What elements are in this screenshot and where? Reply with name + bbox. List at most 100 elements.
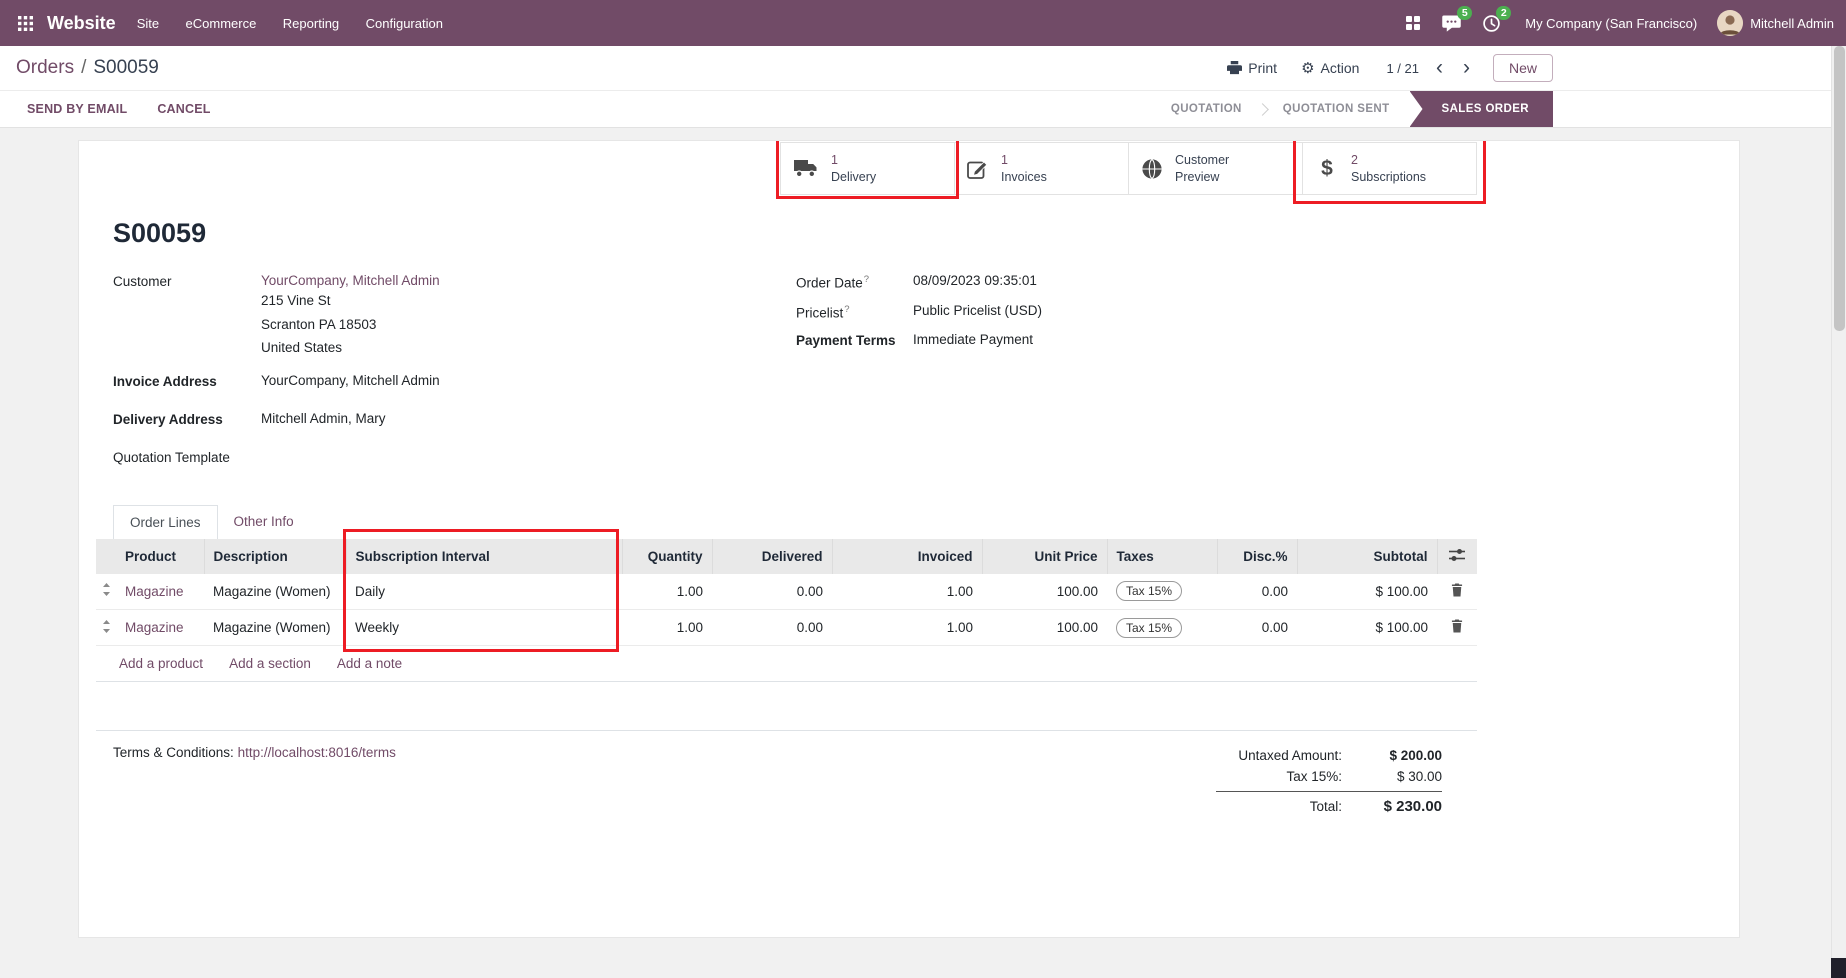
product-link[interactable]: Magazine (125, 620, 184, 635)
drag-handle-icon[interactable] (96, 574, 116, 610)
vertical-scrollbar[interactable] (1831, 46, 1846, 978)
truck-icon (793, 159, 819, 178)
cancel-button[interactable]: CANCEL (157, 102, 210, 116)
app-brand[interactable]: Website (47, 13, 116, 34)
subtotal-cell[interactable]: $ 100.00 (1297, 610, 1437, 646)
scrollbar-thumb[interactable] (1834, 46, 1845, 331)
column-header-description[interactable]: Description (204, 539, 346, 574)
invoice-address-value[interactable]: YourCompany, Mitchell Admin (261, 373, 440, 389)
breadcrumb-orders-link[interactable]: Orders (16, 57, 74, 79)
customer-preview-stat-button[interactable]: Customer Preview (1128, 142, 1303, 195)
messages-button[interactable]: 5 (1433, 9, 1470, 38)
tax-pill[interactable]: Tax 15% (1116, 618, 1182, 638)
delivery-count: 1 (831, 152, 876, 168)
subscriptions-stat-button[interactable]: $ 2 Subscriptions (1302, 142, 1477, 195)
menu-site[interactable]: Site (126, 8, 170, 39)
pager-previous-button[interactable]: ‹ (1429, 59, 1450, 78)
company-switcher[interactable]: My Company (San Francisco) (1513, 16, 1709, 31)
invoiced-cell[interactable]: 1.00 (832, 574, 982, 610)
menu-ecommerce[interactable]: eCommerce (175, 8, 268, 39)
trash-icon (1451, 583, 1463, 597)
order-date-value[interactable]: 08/09/2023 09:35:01 (913, 273, 1037, 291)
column-header-product[interactable]: Product (116, 539, 204, 574)
invoiced-cell[interactable]: 1.00 (832, 610, 982, 646)
handle-column-header (96, 539, 116, 574)
invoices-label: Invoices (1001, 169, 1047, 185)
tab-other-info[interactable]: Other Info (218, 505, 310, 539)
add-a-note-link[interactable]: Add a note (337, 656, 402, 671)
quantity-cell[interactable]: 1.00 (622, 610, 712, 646)
customer-address-line: United States (261, 338, 440, 359)
pager-next-button[interactable]: › (1456, 59, 1477, 78)
action-label: Action (1321, 60, 1360, 76)
disc-cell[interactable]: 0.00 (1217, 574, 1297, 610)
optional-columns-header[interactable] (1437, 539, 1477, 574)
disc-cell[interactable]: 0.00 (1217, 610, 1297, 646)
stage-quotation-sent[interactable]: QUOTATION SENT (1263, 91, 1410, 127)
invoice-address-label: Invoice Address (113, 373, 261, 389)
stage-quotation[interactable]: QUOTATION (1151, 91, 1262, 127)
menu-configuration[interactable]: Configuration (355, 8, 454, 39)
drag-handle-icon[interactable] (96, 610, 116, 646)
column-header-quantity[interactable]: Quantity (622, 539, 712, 574)
action-button[interactable]: ⚙ Action (1292, 54, 1368, 82)
dollar-icon: $ (1315, 157, 1339, 181)
send-by-email-button[interactable]: SEND BY EMAIL (27, 102, 127, 116)
delivery-address-value[interactable]: Mitchell Admin, Mary (261, 411, 386, 427)
trash-icon (1451, 619, 1463, 633)
invoices-stat-button[interactable]: 1 Invoices (954, 142, 1129, 195)
pager-value[interactable]: 1 / 21 (1386, 61, 1419, 76)
add-a-section-link[interactable]: Add a section (229, 656, 311, 671)
unit-price-cell[interactable]: 100.00 (982, 574, 1107, 610)
description-cell[interactable]: Magazine (Women) (204, 574, 346, 610)
column-header-disc[interactable]: Disc.% (1217, 539, 1297, 574)
description-cell[interactable]: Magazine (Women) (204, 610, 346, 646)
tab-order-lines[interactable]: Order Lines (113, 505, 218, 539)
apps-menu-button[interactable] (8, 8, 43, 39)
column-header-invoiced[interactable]: Invoiced (832, 539, 982, 574)
new-button[interactable]: New (1493, 54, 1553, 82)
help-icon: ? (864, 274, 869, 285)
subscription-interval-cell[interactable]: Daily (346, 574, 622, 610)
delete-row-button[interactable] (1437, 610, 1477, 646)
payment-terms-value[interactable]: Immediate Payment (913, 332, 1033, 348)
print-button[interactable]: Print (1218, 54, 1286, 82)
column-header-subscription-interval[interactable]: Subscription Interval (346, 539, 622, 574)
column-header-unit-price[interactable]: Unit Price (982, 539, 1107, 574)
print-label: Print (1248, 60, 1277, 76)
delivered-cell[interactable]: 0.00 (712, 610, 832, 646)
table-row: Magazine Magazine (Women) Weekly 1.00 0.… (96, 610, 1477, 646)
pricelist-value[interactable]: Public Pricelist (USD) (913, 303, 1042, 321)
delivery-stat-button[interactable]: 1 Delivery (780, 142, 955, 195)
add-a-product-link[interactable]: Add a product (119, 656, 203, 671)
terms-link[interactable]: http://localhost:8016/terms (238, 745, 396, 760)
top-navbar: Website Site eCommerce Reporting Configu… (0, 0, 1846, 46)
globe-icon (1141, 158, 1163, 180)
tax-pill[interactable]: Tax 15% (1116, 581, 1182, 601)
board-button[interactable] (1397, 10, 1429, 36)
totals-block: Untaxed Amount: $ 200.00 Tax 15%: $ 30.0… (1216, 745, 1442, 818)
quotation-template-label: Quotation Template (113, 449, 261, 465)
column-header-taxes[interactable]: Taxes (1107, 539, 1217, 574)
unit-price-cell[interactable]: 100.00 (982, 610, 1107, 646)
product-link[interactable]: Magazine (125, 584, 184, 599)
delete-row-button[interactable] (1437, 574, 1477, 610)
user-menu[interactable]: Mitchell Admin (1713, 10, 1838, 36)
subtotal-cell[interactable]: $ 100.00 (1297, 574, 1437, 610)
order-lines-table-wrap: Product Description Subscription Interva… (96, 539, 1477, 683)
activities-button[interactable]: 2 (1474, 9, 1509, 38)
delivery-label: Delivery (831, 169, 876, 185)
column-header-delivered[interactable]: Delivered (712, 539, 832, 574)
menu-reporting[interactable]: Reporting (272, 8, 350, 39)
taxes-cell[interactable]: Tax 15% (1107, 574, 1217, 610)
taxes-cell[interactable]: Tax 15% (1107, 610, 1217, 646)
delivered-cell[interactable]: 0.00 (712, 574, 832, 610)
gear-icon: ⚙ (1301, 61, 1314, 76)
subscription-interval-cell[interactable]: Weekly (346, 610, 622, 646)
apps-grid-icon (18, 16, 33, 31)
column-header-subtotal[interactable]: Subtotal (1297, 539, 1437, 574)
customer-link[interactable]: YourCompany, Mitchell Admin (261, 273, 440, 288)
stage-sales-order[interactable]: SALES ORDER (1410, 91, 1553, 127)
field-groups: Customer YourCompany, Mitchell Admin 215… (96, 273, 1477, 477)
quantity-cell[interactable]: 1.00 (622, 574, 712, 610)
